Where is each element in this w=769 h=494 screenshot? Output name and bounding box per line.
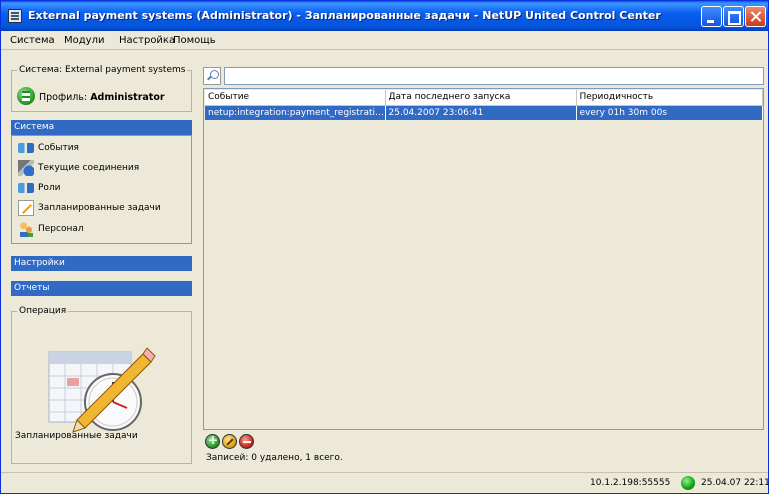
edit-icon[interactable] bbox=[222, 434, 237, 449]
table-header-row: Событие Дата последнего запуска Периодич… bbox=[205, 90, 763, 106]
operation-group: Операция Запланированные задачи bbox=[11, 306, 192, 464]
sidebar-item-roles[interactable]: Роли bbox=[18, 179, 61, 197]
minimize-button[interactable] bbox=[701, 6, 722, 27]
sidebar-item-label: События bbox=[38, 143, 79, 153]
profile-icon bbox=[17, 87, 35, 105]
close-button[interactable] bbox=[745, 6, 766, 27]
section-system: События Текущие соединения Роли Запланир… bbox=[11, 135, 192, 244]
menu-modules[interactable]: Модули bbox=[64, 35, 104, 46]
column-header-event[interactable]: Событие bbox=[205, 90, 386, 106]
section-reports-header[interactable]: Отчеты bbox=[11, 281, 192, 296]
profile-name: Administrator bbox=[90, 92, 165, 103]
sidebar-item-label: Текущие соединения bbox=[38, 163, 140, 173]
column-header-period[interactable]: Периодичность bbox=[576, 90, 763, 106]
menu-bar: Система Модули Настройка Помощь bbox=[1, 31, 768, 50]
server-address: 10.1.2.198:55555 bbox=[590, 478, 671, 488]
search-input[interactable] bbox=[224, 67, 764, 85]
app-window: External payment systems (Administrator)… bbox=[0, 0, 769, 494]
title-bar[interactable]: External payment systems (Administrator)… bbox=[1, 1, 768, 31]
sidebar-item-staff[interactable]: Персонал bbox=[18, 220, 84, 238]
search-row bbox=[203, 66, 764, 86]
window-title: External payment systems (Administrator)… bbox=[28, 9, 661, 22]
cell-last-run[interactable]: 25.04.2007 23:06:41 bbox=[385, 105, 577, 120]
sidebar-item-connections[interactable]: Текущие соединения bbox=[18, 159, 139, 177]
roles-icon bbox=[18, 183, 34, 193]
connections-icon bbox=[18, 160, 34, 176]
scheduled-tasks-illustration-icon bbox=[48, 347, 156, 433]
maximize-button[interactable] bbox=[723, 6, 744, 27]
add-icon[interactable] bbox=[205, 433, 220, 449]
sidebar-item-label: Персонал bbox=[38, 224, 84, 234]
profile-label: Профиль: Administrator bbox=[39, 92, 165, 103]
scheduled-tasks-icon bbox=[18, 200, 34, 216]
column-header-last-run[interactable]: Дата последнего запуска bbox=[385, 90, 577, 106]
cell-period[interactable]: every 01h 30m 00s bbox=[576, 105, 763, 120]
app-icon[interactable] bbox=[8, 9, 22, 23]
system-group: Система: External payment systems Профил… bbox=[11, 65, 192, 112]
sidebar-item-label: Роли bbox=[38, 183, 61, 193]
delete-icon[interactable] bbox=[239, 434, 254, 449]
table-row[interactable]: netup:integration:payment_registration:1… bbox=[205, 105, 763, 120]
menu-system[interactable]: Система bbox=[10, 35, 55, 46]
sidebar-item-label: Запланированные задачи bbox=[38, 203, 161, 213]
records-count: Записей: 0 удалено, 1 всего. bbox=[206, 453, 343, 463]
operation-group-label: Операция bbox=[17, 306, 69, 316]
cell-event[interactable]: netup:integration:payment_registration:1… bbox=[205, 105, 386, 120]
status-datetime: 25.04.07 22:11 bbox=[701, 478, 769, 488]
status-bar: 10.1.2.198:55555 25.04.07 22:11 bbox=[1, 472, 769, 493]
sidebar-item-events[interactable]: События bbox=[18, 139, 79, 157]
section-system-header[interactable]: Система bbox=[11, 120, 192, 135]
operation-label: Запланированные задачи bbox=[15, 431, 138, 441]
system-group-label: Система: External payment systems bbox=[17, 65, 188, 75]
sidebar-item-scheduled-tasks[interactable]: Запланированные задачи bbox=[18, 199, 161, 217]
section-settings-header[interactable]: Настройки bbox=[11, 256, 192, 271]
staff-icon bbox=[18, 221, 34, 237]
search-icon[interactable] bbox=[203, 67, 221, 85]
events-icon bbox=[18, 143, 34, 153]
menu-help[interactable]: Помощь bbox=[173, 35, 216, 46]
events-table: Событие Дата последнего запуска Периодич… bbox=[203, 88, 764, 430]
profile-prefix: Профиль: bbox=[39, 92, 88, 103]
menu-settings[interactable]: Настройка bbox=[119, 35, 175, 46]
main-panel: Событие Дата последнего запуска Периодич… bbox=[203, 66, 764, 464]
connection-status-icon bbox=[681, 476, 695, 490]
